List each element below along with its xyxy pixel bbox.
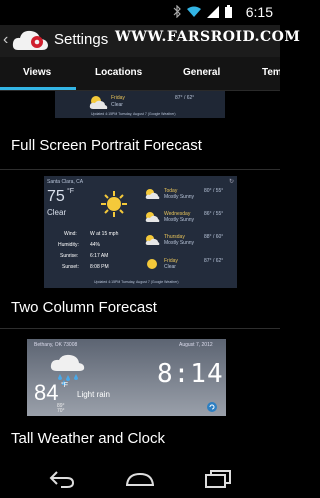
partly-sunny-icon xyxy=(145,189,160,199)
preview-thumbnail: Bethany, OK 73008 August 7, 2012 84 °F L… xyxy=(27,339,226,416)
list-item-tall-weather-clock[interactable]: Bethany, OK 73008 August 7, 2012 84 °F L… xyxy=(0,329,280,460)
navigation-bar xyxy=(0,460,280,498)
preview-temp: 75 xyxy=(47,188,65,205)
detail-key: Wind: xyxy=(64,231,77,237)
preview-low: 70° xyxy=(57,408,65,414)
status-bar: 6:15 xyxy=(0,0,280,25)
preview-condition: Light rain xyxy=(77,390,110,399)
item-label: Tall Weather and Clock xyxy=(11,430,165,447)
preview-city: Santa Clara, CA xyxy=(47,179,84,185)
tab-general[interactable]: General xyxy=(183,67,220,78)
refresh-icon xyxy=(207,402,217,412)
detail-value: 6:17 AM xyxy=(90,253,109,259)
back-icon[interactable] xyxy=(49,470,75,488)
status-icons xyxy=(173,5,232,18)
preview-date: August 7, 2012 xyxy=(179,342,213,348)
detail-value: 44% xyxy=(90,242,101,248)
forecast-condition: Clear xyxy=(164,264,176,270)
status-time: 6:15 xyxy=(245,4,273,20)
action-bar: ‹ Settings WWW.FARSROID.COM xyxy=(0,25,300,57)
detail-value: 8:08 PM xyxy=(90,264,109,270)
home-icon[interactable] xyxy=(126,472,154,486)
tab-templates[interactable]: Tem xyxy=(262,67,280,78)
tab-views[interactable]: Views xyxy=(23,67,51,78)
preview-thumbnail: Friday Clear 87° / 62° Updated 4:15PM Tu… xyxy=(55,91,225,118)
preview-temps: 87° / 62° xyxy=(175,95,195,101)
preview-condition: Clear xyxy=(47,208,67,217)
list-item-two-column[interactable]: Santa Clara, CA ↻ 75 °F Clear Wind: W at… xyxy=(0,170,280,328)
preview-temp: 84 xyxy=(34,380,59,405)
forecast-temps: 87° / 62° xyxy=(204,258,224,264)
preview-day: Friday xyxy=(111,95,125,101)
preview-thumbnail: Santa Clara, CA ↻ 75 °F Clear Wind: W at… xyxy=(44,176,237,288)
bluetooth-icon xyxy=(173,5,181,18)
widget-style-list: Friday Clear 87° / 62° Updated 4:15PM Tu… xyxy=(0,91,280,460)
preview-condition: Clear xyxy=(111,102,123,108)
recent-apps-icon[interactable] xyxy=(205,470,231,488)
forecast-temps: 86° / 55° xyxy=(204,211,224,217)
battery-icon xyxy=(225,5,232,18)
chevron-left-icon[interactable]: ‹ xyxy=(3,31,8,49)
forecast-temps: 88° / 60° xyxy=(204,234,224,240)
detail-key: Sunrise: xyxy=(60,253,79,259)
preview-temp-unit: °F xyxy=(67,188,75,195)
watermark-text: WWW.FARSROID.COM xyxy=(115,29,301,45)
detail-key: Sunset: xyxy=(62,264,79,270)
partly-sunny-icon xyxy=(145,235,160,245)
forecast-condition: Mostly Sunny xyxy=(164,217,195,223)
preview-footer: Updated 4:15PM Tuesday, August 7 (Google… xyxy=(91,112,176,116)
item-label: Two Column Forecast xyxy=(11,299,157,316)
sun-icon xyxy=(101,191,127,217)
forecast-temps: 80° / 55° xyxy=(204,188,224,194)
app-logo-icon[interactable] xyxy=(12,28,50,54)
list-item-full-screen-portrait[interactable]: Friday Clear 87° / 62° Updated 4:15PM Tu… xyxy=(0,91,280,168)
sun-icon xyxy=(147,259,157,269)
item-label: Full Screen Portrait Forecast xyxy=(11,137,202,154)
wifi-icon xyxy=(187,6,201,17)
preview-city: Bethany, OK 73008 xyxy=(34,342,78,348)
forecast-condition: Mostly Sunny xyxy=(164,240,195,246)
page-title: Settings xyxy=(54,31,109,48)
preview-clock: 8:14 xyxy=(157,359,224,389)
preview-footer: Updated 4:15PM Tuesday, August 7 (Google… xyxy=(94,280,179,284)
partly-sunny-icon xyxy=(145,212,160,222)
signal-icon xyxy=(207,5,219,18)
detail-key: Humidity: xyxy=(58,242,79,248)
sun-icon xyxy=(89,96,108,109)
tab-bar: Views Locations General Tem xyxy=(0,57,280,91)
preview-temp-unit: °F xyxy=(61,382,69,389)
tab-selected-indicator xyxy=(0,87,76,90)
refresh-icon: ↻ xyxy=(229,179,235,185)
forecast-condition: Mostly Sunny xyxy=(164,194,195,200)
detail-value: W at 15 mph xyxy=(90,231,119,237)
tab-locations[interactable]: Locations xyxy=(95,67,142,78)
